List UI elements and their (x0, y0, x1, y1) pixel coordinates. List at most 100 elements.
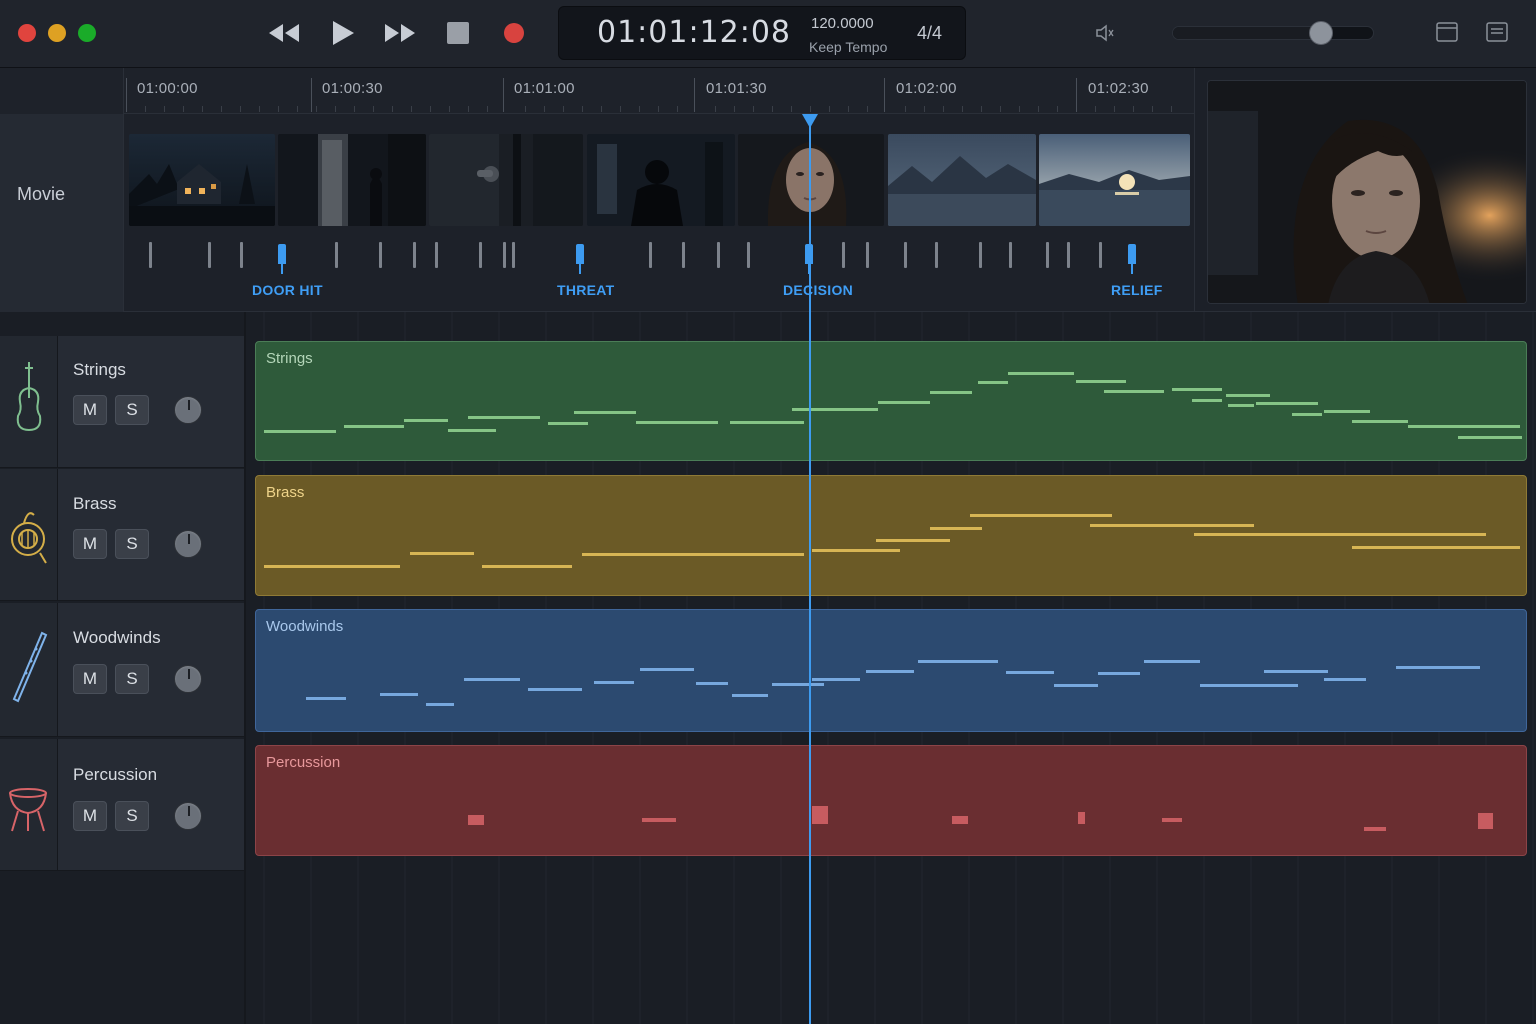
midi-note[interactable] (426, 703, 454, 706)
scene-cut-marker[interactable] (1099, 242, 1102, 268)
scene-cut-marker[interactable] (512, 242, 515, 268)
midi-note[interactable] (1352, 546, 1520, 549)
midi-note[interactable] (1256, 402, 1318, 405)
midi-note[interactable] (1076, 380, 1126, 383)
midi-note[interactable] (464, 678, 520, 681)
midi-note[interactable] (306, 697, 346, 700)
library-icon[interactable] (1436, 22, 1458, 47)
midi-note[interactable] (1352, 420, 1408, 423)
midi-note[interactable] (1078, 812, 1085, 824)
scene-cut-marker[interactable] (1067, 242, 1070, 268)
scene-cut-marker[interactable] (208, 242, 211, 268)
marker-flag[interactable] (1128, 244, 1136, 264)
midi-note[interactable] (1172, 388, 1222, 391)
midi-note[interactable] (1054, 684, 1098, 687)
midi-note[interactable] (1006, 671, 1054, 674)
midi-note[interactable] (528, 688, 582, 691)
pan-knob[interactable] (174, 396, 202, 424)
record-button[interactable] (500, 14, 528, 52)
scene-cut-marker[interactable] (435, 242, 438, 268)
movie-thumbnail-mountain-lake[interactable] (888, 134, 1036, 226)
mute-button[interactable]: M (73, 395, 107, 425)
scene-cut-marker[interactable] (1009, 242, 1012, 268)
track-header-percussion[interactable]: Percussion M S (0, 739, 244, 871)
scene-cut-marker[interactable] (413, 242, 416, 268)
midi-note[interactable] (582, 553, 804, 556)
marker-label[interactable]: RELIEF (1111, 282, 1163, 298)
scene-cut-marker[interactable] (979, 242, 982, 268)
midi-note[interactable] (1104, 390, 1164, 393)
midi-note[interactable] (1144, 660, 1200, 663)
scene-cut-marker[interactable] (842, 242, 845, 268)
midi-note[interactable] (1458, 436, 1522, 439)
scene-cut-marker[interactable] (747, 242, 750, 268)
midi-note[interactable] (1396, 666, 1480, 669)
window-close-button[interactable] (18, 24, 36, 42)
midi-note[interactable] (1324, 410, 1370, 413)
scene-cut-marker[interactable] (240, 242, 243, 268)
scene-cut-marker[interactable] (866, 242, 869, 268)
midi-note[interactable] (1194, 533, 1486, 536)
midi-note[interactable] (970, 514, 1112, 517)
mute-button[interactable]: M (73, 529, 107, 559)
scene-cut-marker[interactable] (1046, 242, 1049, 268)
play-button[interactable] (328, 14, 358, 52)
playhead-line[interactable] (809, 114, 811, 1024)
midi-note[interactable] (264, 565, 400, 568)
midi-note[interactable] (730, 421, 804, 424)
track-header-strings[interactable]: Strings M S (0, 336, 244, 468)
midi-note[interactable] (1228, 404, 1254, 407)
scene-cut-marker[interactable] (335, 242, 338, 268)
track-header-brass[interactable]: Brass M S (0, 469, 244, 601)
midi-note[interactable] (792, 408, 878, 411)
midi-note[interactable] (952, 816, 968, 824)
movie-thumbnail-man-hallway[interactable] (587, 134, 735, 226)
stop-button[interactable] (444, 14, 472, 52)
pan-knob[interactable] (174, 665, 202, 693)
midi-note[interactable] (548, 422, 588, 425)
midi-note[interactable] (1008, 372, 1074, 375)
midi-note[interactable] (1226, 394, 1270, 397)
movie-thumbnail-doorway[interactable] (278, 134, 426, 226)
midi-note[interactable] (1090, 524, 1254, 527)
lcd-display[interactable]: 01:01:12:08 120.0000 Keep Tempo 4/4 (558, 6, 966, 60)
solo-button[interactable]: S (115, 664, 149, 694)
scene-cut-marker[interactable] (935, 242, 938, 268)
solo-button[interactable]: S (115, 801, 149, 831)
midi-note[interactable] (812, 549, 900, 552)
master-volume-slider[interactable] (1172, 21, 1374, 45)
midi-note[interactable] (930, 391, 972, 394)
mute-button[interactable]: M (73, 801, 107, 831)
midi-note[interactable] (448, 429, 496, 432)
mute-button[interactable]: M (73, 664, 107, 694)
playhead-handle[interactable] (802, 114, 818, 128)
marker-label[interactable]: THREAT (557, 282, 615, 298)
midi-note[interactable] (918, 660, 998, 663)
midi-note[interactable] (404, 419, 448, 422)
marker-flag[interactable] (278, 244, 286, 264)
midi-note[interactable] (812, 806, 828, 824)
midi-note[interactable] (1264, 670, 1328, 673)
window-maximize-button[interactable] (78, 24, 96, 42)
movie-thumbnail-woman-face[interactable] (738, 134, 884, 226)
region-woodwinds[interactable]: Woodwinds (255, 609, 1527, 732)
marker-label[interactable]: DECISION (783, 282, 853, 298)
midi-note[interactable] (876, 539, 950, 542)
region-brass[interactable]: Brass (255, 475, 1527, 596)
midi-note[interactable] (264, 430, 336, 433)
fast-forward-button[interactable] (382, 14, 418, 52)
solo-button[interactable]: S (115, 529, 149, 559)
midi-note[interactable] (468, 815, 484, 825)
midi-note[interactable] (636, 421, 718, 424)
midi-note[interactable] (468, 416, 540, 419)
solo-button[interactable]: S (115, 395, 149, 425)
notes-icon[interactable] (1486, 22, 1508, 47)
marker-label[interactable]: DOOR HIT (252, 282, 323, 298)
midi-note[interactable] (642, 818, 676, 822)
midi-note[interactable] (640, 668, 694, 671)
scene-cut-marker[interactable] (479, 242, 482, 268)
midi-note[interactable] (772, 683, 824, 686)
midi-note[interactable] (344, 425, 404, 428)
scene-cut-marker[interactable] (649, 242, 652, 268)
midi-note[interactable] (482, 565, 572, 568)
